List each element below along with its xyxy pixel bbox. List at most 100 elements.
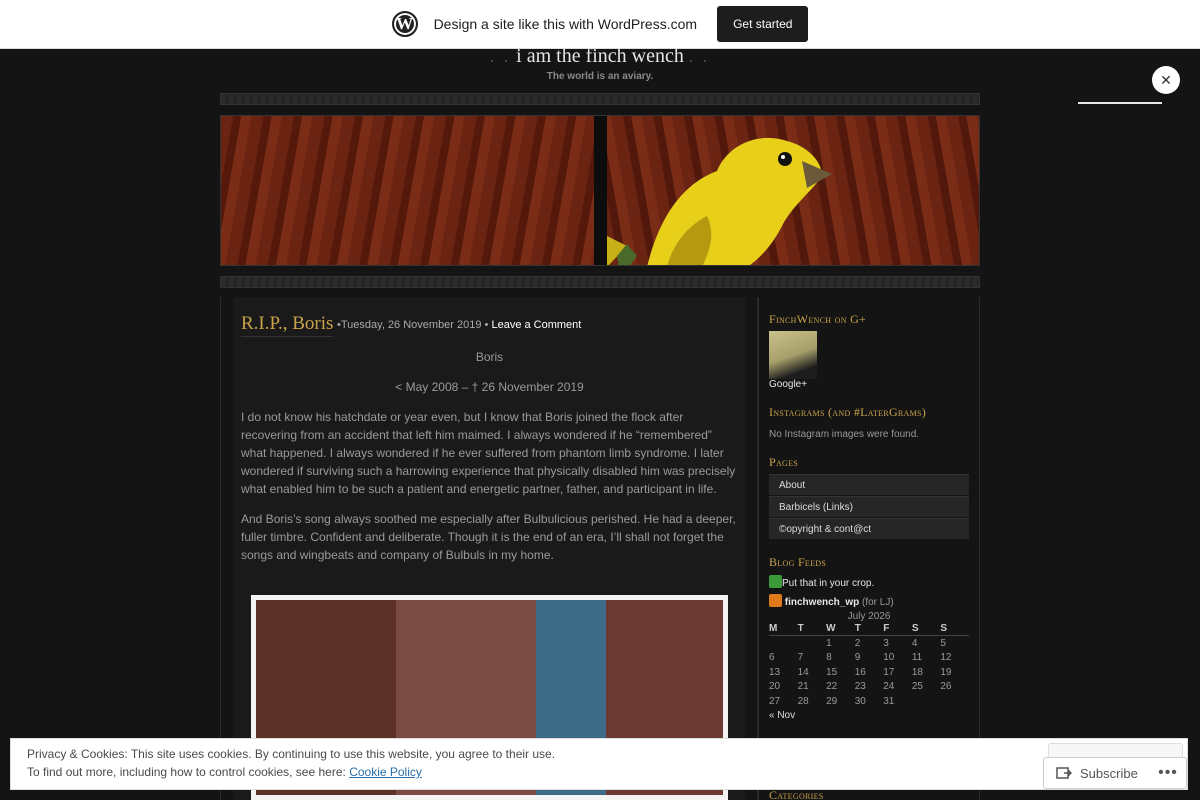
- avatar[interactable]: [769, 331, 817, 379]
- feed-icon: [769, 575, 782, 588]
- calendar-day: [769, 636, 798, 651]
- cookie-text-prefix: To find out more, including how to contr…: [27, 765, 350, 779]
- cookie-text-line-1: Privacy & Cookies: This site uses cookie…: [27, 747, 556, 761]
- page-link-copyright[interactable]: ©opyright & cont@ct: [769, 518, 969, 539]
- header-image-right-panel: [607, 116, 979, 265]
- get-started-button[interactable]: Get started: [717, 6, 809, 42]
- feed-1-label[interactable]: Put that in your crop.: [782, 578, 874, 589]
- gplus-heading: FinchWench on G+: [769, 312, 867, 326]
- more-options-icon[interactable]: •••: [1150, 758, 1186, 788]
- calendar-day: 15: [826, 666, 838, 678]
- feeds-heading: Blog Feeds: [769, 555, 827, 569]
- cookie-banner: Privacy & Cookies: This site uses cookie…: [10, 738, 1188, 790]
- calendar-day: 19: [940, 666, 952, 678]
- calendar-caption: July 2026: [847, 611, 891, 622]
- calendar-day: 25: [911, 681, 923, 693]
- yellow-finch-image: [607, 137, 832, 265]
- calendar-day: [912, 694, 941, 709]
- rss-icon: [769, 594, 782, 607]
- calendar-day: 20: [769, 681, 781, 693]
- calendar-day-header: S: [940, 622, 969, 636]
- header-stripe-top: [220, 93, 980, 105]
- header-image: [220, 115, 980, 266]
- calendar-day: 17: [883, 666, 895, 678]
- site-title[interactable]: . . i am the finch wench . .: [0, 45, 1200, 68]
- pages-list: About Barbicels (Links) ©opyright & cont…: [769, 474, 969, 540]
- calendar-day: 26: [940, 681, 952, 693]
- calendar-day: 22: [826, 681, 838, 693]
- post-meta: •Tuesday, 26 November 2019 • Leave a Com…: [337, 319, 581, 331]
- calendar-day: 8: [826, 652, 832, 664]
- cookie-text-line-2: To find out more, including how to contr…: [27, 765, 422, 779]
- calendar-day: 11: [911, 652, 923, 664]
- calendar-day: 18: [911, 666, 923, 678]
- calendar-week-row: 13 14 15 16 17 18 19: [769, 665, 969, 680]
- calendar-day: 6: [769, 652, 775, 664]
- calendar-day: 27: [769, 695, 781, 707]
- post-body: Boris < May 2008 – † 26 November 2019 I …: [241, 348, 738, 576]
- feed-2-name[interactable]: finchwench_wp: [785, 597, 859, 608]
- calendar-day: 29: [826, 695, 838, 707]
- instagram-heading: Instagrams (and #LaterGrams): [769, 405, 927, 419]
- gplus-link[interactable]: Google+: [769, 379, 969, 390]
- calendar-prev-link[interactable]: « Nov: [769, 710, 969, 721]
- calendar-widget: July 2026 MTWTFSS 1 2 3 4 5 6 7 8 9 10 11 12 13 14 15 1…: [769, 611, 969, 721]
- promo-text: Design a site like this with WordPress.c…: [433, 16, 698, 32]
- calendar-day: [798, 636, 827, 651]
- calendar-day: 12: [940, 652, 952, 664]
- close-icon[interactable]: ✕: [1152, 66, 1180, 94]
- calendar-day: 3: [883, 638, 889, 649]
- calendar-week-row: 27 28 29 30 31: [769, 694, 969, 709]
- post-subject-dates: < May 2008 – † 26 November 2019: [395, 380, 584, 394]
- site-title-text[interactable]: i am the finch wench: [516, 45, 684, 67]
- post-paragraph-2: And Boris’s song always soothed me espec…: [241, 512, 736, 562]
- leave-comment-link[interactable]: Leave a Comment: [491, 319, 581, 331]
- calendar-day: 23: [854, 681, 866, 693]
- calendar-day: 2: [854, 638, 861, 649]
- post-subject-name: Boris: [475, 350, 504, 364]
- calendar-day-header: M: [769, 622, 798, 636]
- page-link-barbicels[interactable]: Barbicels (Links): [769, 496, 969, 517]
- calendar-day: 21: [797, 681, 809, 693]
- calendar-day-header: W: [826, 622, 855, 636]
- calendar-day: 13: [769, 666, 781, 678]
- subscribe-label[interactable]: Subscribe: [1080, 766, 1138, 781]
- subscribe-icon: [1056, 767, 1072, 779]
- calendar-day: 10: [883, 652, 895, 664]
- calendar-week-row: 1 2 3 4 5: [769, 636, 969, 651]
- calendar-week-row: 20 21 22 23 24 25 26: [769, 679, 969, 694]
- sidebar-separator: [757, 297, 759, 800]
- feed-2-suffix: (for LJ): [859, 597, 894, 608]
- header-image-divider: [594, 116, 607, 265]
- calendar-day: 5: [940, 638, 946, 649]
- pages-heading: Pages: [769, 455, 799, 469]
- close-underline: [1078, 102, 1162, 104]
- calendar-day-header: F: [883, 622, 912, 636]
- feed-item-1[interactable]: Put that in your crop.: [769, 575, 969, 589]
- calendar-day-header: T: [854, 622, 884, 636]
- wordpress-logo-icon[interactable]: W: [391, 11, 418, 37]
- calendar-week-row: 6 7 8 9 10 11 12: [769, 650, 969, 665]
- calendar-day: 30: [854, 695, 866, 707]
- header-image-left-panel: [221, 116, 594, 265]
- calendar-day: 4: [911, 638, 918, 649]
- instagram-empty-text: No Instagram images were found.: [769, 429, 920, 440]
- site-description: The world is an aviary.: [546, 71, 654, 82]
- cookie-policy-link[interactable]: Cookie Policy: [349, 765, 422, 779]
- calendar-day: 31: [883, 695, 895, 707]
- calendar-day: 28: [797, 695, 809, 707]
- calendar-day: 9: [854, 652, 861, 664]
- page-link-about[interactable]: About: [769, 474, 969, 495]
- feed-item-2[interactable]: finchwench_wp (for LJ): [769, 594, 969, 608]
- post-paragraph-1: I do not know his hatchdate or year even…: [241, 410, 736, 496]
- calendar-day-header: T: [797, 622, 827, 636]
- header-stripe-bottom: [220, 276, 980, 288]
- post-title[interactable]: R.I.P., Boris: [241, 313, 334, 337]
- wordpress-promo-bar: W Design a site like this with WordPress…: [0, 0, 1200, 49]
- post-date: •Tuesday, 26 November 2019 •: [337, 319, 489, 331]
- title-dots-right: . .: [688, 49, 710, 66]
- calendar-day: 24: [883, 681, 895, 693]
- calendar-day: 1: [826, 638, 832, 649]
- calendar-day: 14: [797, 666, 809, 678]
- calendar-day: [940, 694, 969, 709]
